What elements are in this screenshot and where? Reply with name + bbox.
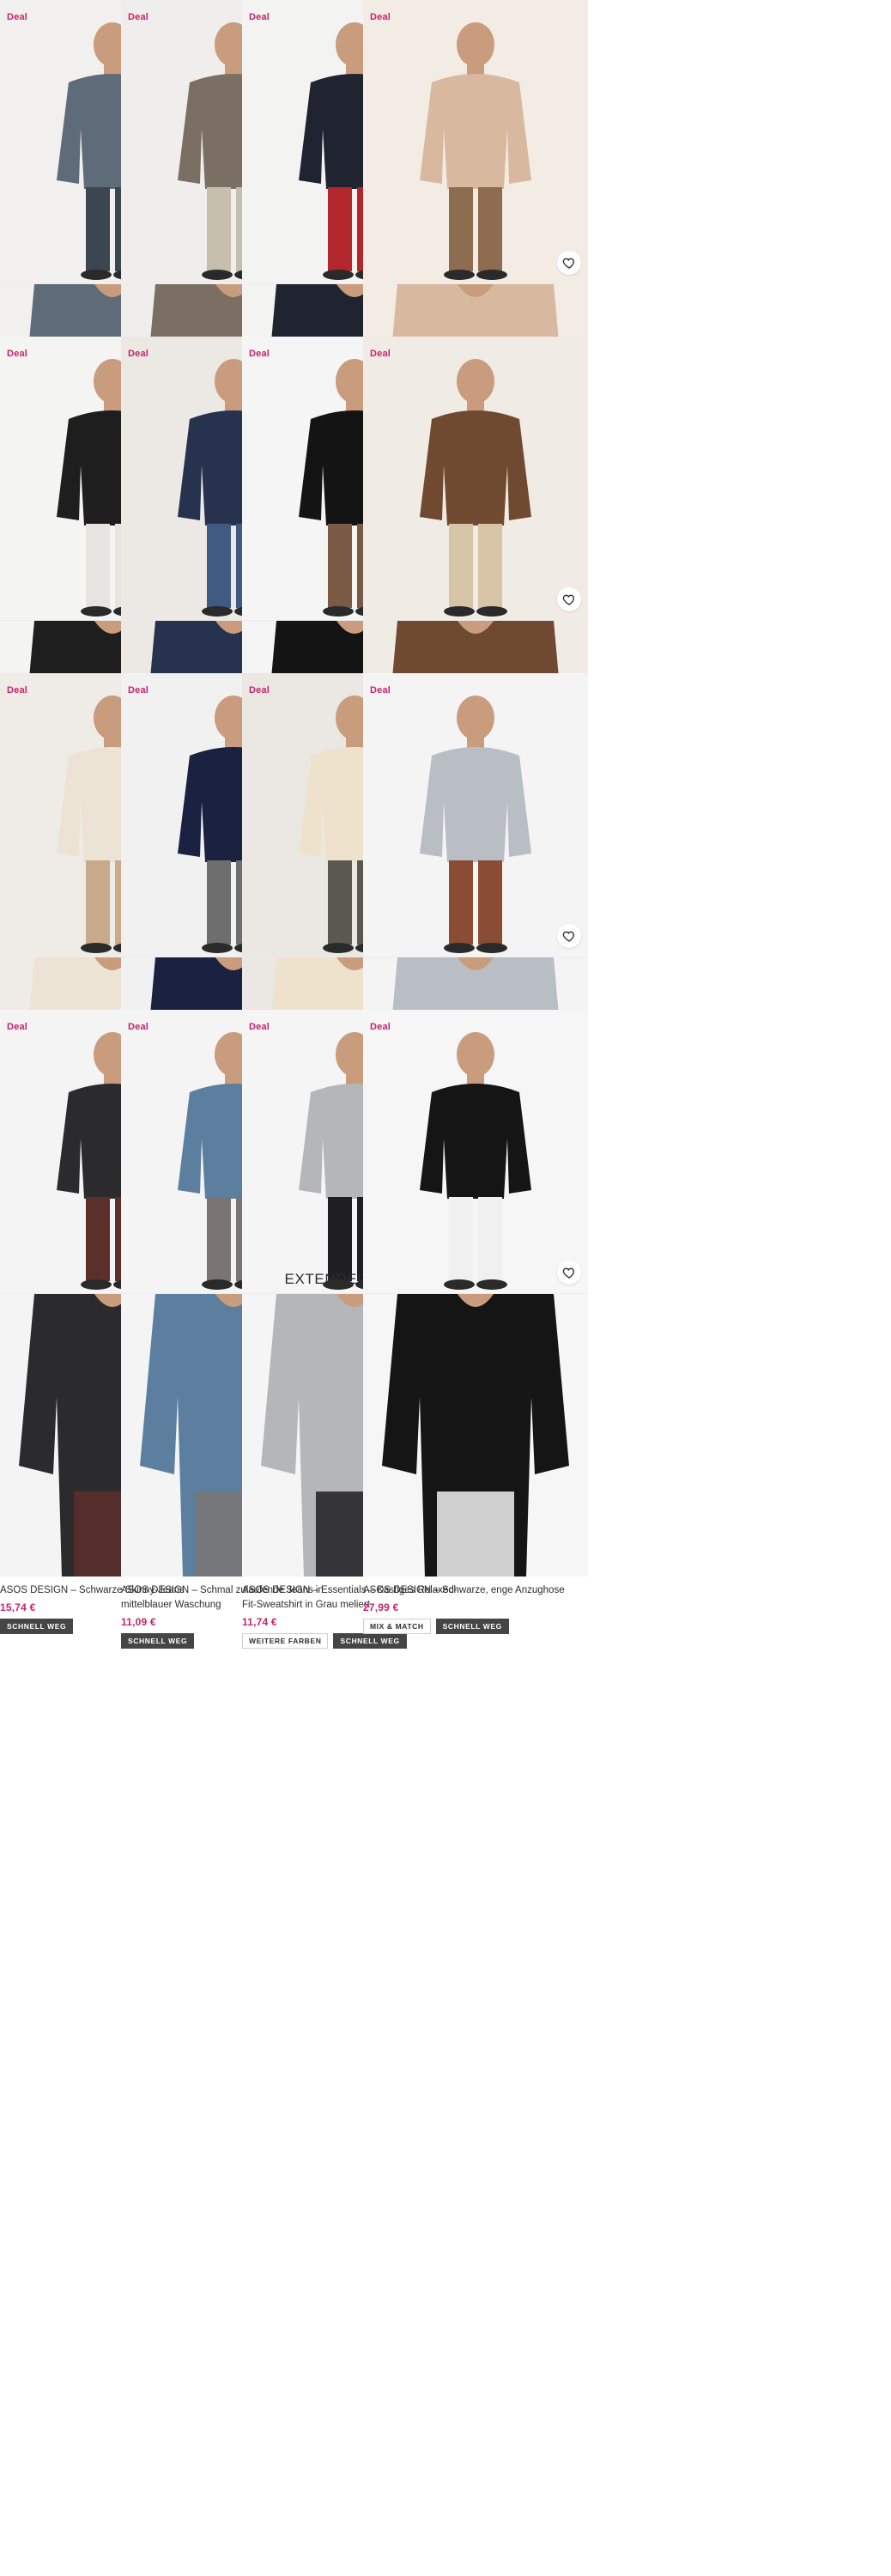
- deal-badge: Deal: [370, 1022, 391, 1032]
- product-info: ASOS DESIGN – Schwarze, enge Anzughose 27…: [363, 1577, 588, 1634]
- selling-fast-tag: SCHNELL WEG: [435, 1619, 509, 1634]
- product-image-primary[interactable]: Deal: [363, 1010, 588, 1293]
- product-image-primary[interactable]: Deal: [363, 0, 588, 283]
- product-image-secondary[interactable]: [363, 1293, 588, 1577]
- product-image-primary[interactable]: Deal: [363, 673, 588, 957]
- model-photo: [363, 673, 588, 957]
- model-photo: [363, 1010, 588, 1293]
- product-price: 27,99 €: [363, 1601, 399, 1613]
- product-tags: MIX & MATCH SCHNELL WEG: [363, 1619, 588, 1634]
- deal-badge: Deal: [370, 685, 391, 696]
- more-colors-tag[interactable]: WEITERE FARBEN: [242, 1633, 329, 1649]
- deal-badge: Deal: [7, 349, 28, 359]
- product-title-link[interactable]: ASOS DESIGN – Schwarze, enge Anzughose: [363, 1583, 588, 1598]
- deal-badge: Deal: [7, 685, 28, 696]
- product-tags: WEITERE FARBENSCHNELL WEG: [242, 1633, 467, 1649]
- deal-badge: Deal: [7, 12, 28, 22]
- save-for-later-heart-icon[interactable]: [557, 587, 581, 611]
- deal-badge: Deal: [249, 349, 270, 359]
- selling-fast-tag: SCHNELL WEG: [333, 1633, 407, 1649]
- save-for-later-heart-icon[interactable]: [557, 1261, 581, 1285]
- model-photo: [363, 0, 588, 283]
- deal-badge: Deal: [128, 12, 149, 22]
- deal-badge: Deal: [249, 1022, 270, 1032]
- deal-badge: Deal: [128, 1022, 149, 1032]
- deal-badge: Deal: [7, 1022, 28, 1032]
- deal-badge: Deal: [249, 12, 270, 22]
- product-card[interactable]: Deal ASOS DESIGN – Schwarze, enge Anzugho…: [363, 1010, 588, 1634]
- selling-fast-tag: SCHNELL WEG: [0, 1619, 74, 1634]
- deal-badge: Deal: [128, 685, 149, 696]
- model-detail-photo: [363, 1294, 588, 1577]
- product-image-primary[interactable]: Deal: [363, 337, 588, 620]
- model-photo: [363, 337, 588, 620]
- deal-badge: Deal: [128, 349, 149, 359]
- product-grid: DealASOS DESIGN – Wattierte Jacke in Gra…: [0, 0, 891, 2576]
- deal-badge: Deal: [370, 12, 391, 22]
- deal-badge: Deal: [249, 685, 270, 696]
- selling-fast-tag: SCHNELL WEG: [121, 1633, 195, 1649]
- save-for-later-heart-icon[interactable]: [557, 924, 581, 948]
- save-for-later-heart-icon[interactable]: [557, 251, 581, 275]
- more-colors-tag[interactable]: MIX & MATCH: [363, 1619, 431, 1634]
- deal-badge: Deal: [370, 349, 391, 359]
